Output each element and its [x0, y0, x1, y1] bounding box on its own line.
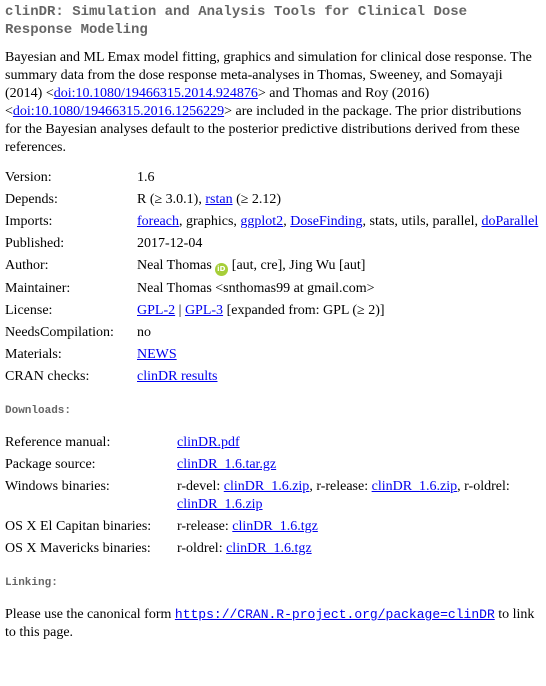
package-source-link[interactable]: clinDR_1.6.tar.gz [177, 457, 276, 472]
package-metadata-table: Version: 1.6 Depends: R (≥ 3.0.1), rstan… [5, 169, 538, 390]
author-value: Neal Thomas iD [aut, cre], Jing Wu [aut] [137, 257, 538, 280]
orcid-icon[interactable]: iD [214, 263, 228, 276]
downloads-heading: Downloads: [5, 405, 72, 417]
depends-row: Depends: R (≥ 3.0.1), rstan (≥ 2.12) [5, 191, 538, 213]
package-description: Bayesian and ML Emax model fitting, grap… [5, 49, 541, 157]
osx-el-capitan-row: OS X El Capitan binaries: r-release: cli… [5, 518, 541, 540]
author-label: Author: [5, 258, 49, 273]
linking-text: Please use the canonical form https://CR… [5, 606, 541, 642]
osx-mavericks-link[interactable]: clinDR_1.6.tgz [226, 541, 312, 556]
imports-row: Imports: foreach, graphics, ggplot2, Dos… [5, 213, 538, 235]
published-row: Published: 2017-12-04 [5, 235, 538, 257]
imports-label: Imports: [5, 214, 53, 229]
reference-manual-label: Reference manual: [5, 435, 111, 450]
downloads-table: Reference manual: clinDR.pdf Package sou… [5, 434, 541, 562]
depends-rstan-version: (≥ 2.12) [232, 192, 282, 207]
osx-el-capitan-link[interactable]: clinDR_1.6.tgz [232, 519, 318, 534]
cran-checks-value: clinDR results [137, 368, 538, 390]
imports-separator: , stats, utils, parallel, [362, 214, 482, 229]
depends-label: Depends: [5, 192, 58, 207]
published-label: Published: [5, 236, 65, 251]
win-devel-link[interactable]: clinDR_1.6.zip [224, 479, 310, 494]
windows-binaries-row: Windows binaries: r-devel: clinDR_1.6.zi… [5, 478, 541, 518]
maintainer-row: Maintainer: Neal Thomas <snthomas99 at g… [5, 280, 538, 302]
needs-compilation-label: NeedsCompilation: [5, 325, 114, 340]
materials-value: NEWS [137, 346, 538, 368]
license-label: License: [5, 303, 53, 318]
package-source-row: Package source: clinDR_1.6.tar.gz [5, 456, 541, 478]
version-row: Version: 1.6 [5, 169, 538, 191]
cran-checks-row: CRAN checks: clinDR results [5, 368, 538, 390]
version-value: 1.6 [137, 170, 155, 185]
osx-mavericks-value: r-oldrel: clinDR_1.6.tgz [177, 540, 541, 562]
win-release-link[interactable]: clinDR_1.6.zip [372, 479, 458, 494]
page-title: clinDR: Simulation and Analysis Tools fo… [5, 4, 468, 38]
version-label: Version: [5, 170, 52, 185]
author-name: Neal Thomas [137, 258, 212, 273]
published-value: 2017-12-04 [137, 236, 203, 251]
win-oldrel-label: , r-oldrel: [457, 479, 510, 494]
gpl2-link[interactable]: GPL-2 [137, 303, 175, 318]
author-roles: [aut, cre], Jing Wu [aut] [231, 258, 366, 273]
foreach-link[interactable]: foreach [137, 214, 179, 229]
license-expanded: [expanded from: GPL (≥ 2)] [223, 303, 385, 318]
osx-mavericks-prefix: r-oldrel: [177, 541, 227, 556]
windows-binaries-label: Windows binaries: [5, 479, 110, 494]
linking-text-before: Please use the canonical form [5, 607, 175, 622]
dosefinding-link[interactable]: DoseFinding [290, 214, 362, 229]
osx-mavericks-label: OS X Mavericks binaries: [5, 541, 151, 556]
news-link[interactable]: NEWS [137, 347, 177, 362]
doi-link-1[interactable]: doi:10.1080/19466315.2014.924876 [54, 86, 258, 101]
package-source-value: clinDR_1.6.tar.gz [177, 456, 541, 478]
win-devel-label: r-devel: [177, 479, 224, 494]
osx-mavericks-row: OS X Mavericks binaries: r-oldrel: clinD… [5, 540, 541, 562]
ggplot2-link[interactable]: ggplot2 [240, 214, 283, 229]
package-source-label: Package source: [5, 457, 96, 472]
win-oldrel-link[interactable]: clinDR_1.6.zip [177, 497, 263, 512]
depends-r: R (≥ 3.0.1), [137, 192, 206, 207]
win-release-label: , r-release: [309, 479, 372, 494]
license-separator: | [175, 303, 185, 318]
doi-link-2[interactable]: doi:10.1080/19466315.2016.1256229 [13, 104, 224, 119]
linking-heading: Linking: [5, 577, 58, 589]
windows-binaries-value: r-devel: clinDR_1.6.zip, r-release: clin… [177, 478, 541, 518]
page: clinDR: Simulation and Analysis Tools fo… [0, 0, 546, 642]
imports-value: foreach, graphics, ggplot2, DoseFinding,… [137, 213, 538, 235]
maintainer-label: Maintainer: [5, 281, 71, 296]
license-row: License: GPL-2 | GPL-3 [expanded from: G… [5, 302, 538, 324]
materials-row: Materials: NEWS [5, 346, 538, 368]
license-value: GPL-2 | GPL-3 [expanded from: GPL (≥ 2)] [137, 302, 538, 324]
doparallel-link[interactable]: doParallel [482, 214, 539, 229]
author-row: Author: Neal Thomas iD [aut, cre], Jing Wu… [5, 257, 538, 280]
materials-label: Materials: [5, 347, 62, 362]
depends-value: R (≥ 3.0.1), rstan (≥ 2.12) [137, 191, 538, 213]
gpl3-link[interactable]: GPL-3 [185, 303, 223, 318]
canonical-url-link[interactable]: https://CRAN.R-project.org/package=clinD… [175, 607, 495, 622]
osx-el-capitan-label: OS X El Capitan binaries: [5, 519, 152, 534]
cran-checks-label: CRAN checks: [5, 369, 90, 384]
maintainer-value: Neal Thomas <snthomas99 at gmail.com> [137, 281, 375, 296]
needs-compilation-row: NeedsCompilation: no [5, 324, 538, 346]
imports-separator: , graphics, [178, 214, 241, 229]
reference-manual-row: Reference manual: clinDR.pdf [5, 434, 541, 456]
rstan-link[interactable]: rstan [205, 192, 232, 207]
reference-manual-link[interactable]: clinDR.pdf [177, 435, 240, 450]
cran-checks-link[interactable]: clinDR results [137, 369, 218, 384]
osx-el-capitan-prefix: r-release: [177, 519, 233, 534]
osx-el-capitan-value: r-release: clinDR_1.6.tgz [177, 518, 541, 540]
reference-manual-value: clinDR.pdf [177, 434, 541, 456]
needs-compilation-value: no [137, 325, 151, 340]
